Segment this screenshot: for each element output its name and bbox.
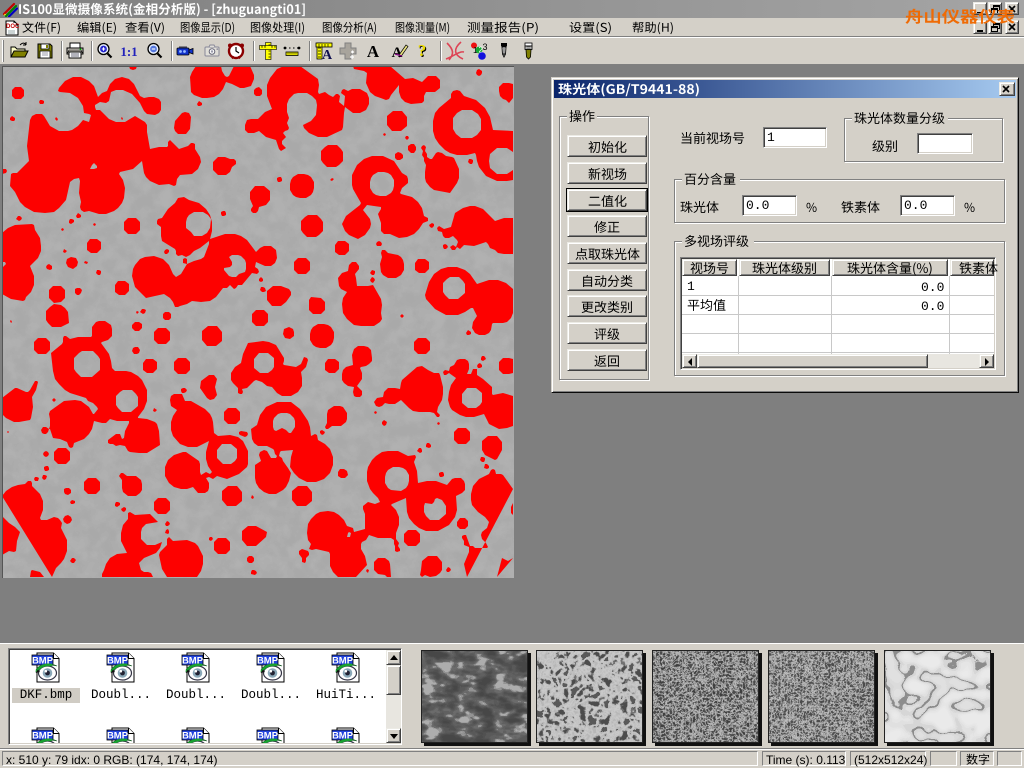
svg-text:3: 3 bbox=[483, 42, 488, 52]
svg-text:DOC: DOC bbox=[6, 24, 20, 30]
svg-text:1:1: 1:1 bbox=[120, 44, 137, 59]
svg-text:A: A bbox=[322, 48, 333, 61]
svg-text:?: ? bbox=[418, 41, 427, 60]
svg-text:A: A bbox=[367, 42, 380, 61]
